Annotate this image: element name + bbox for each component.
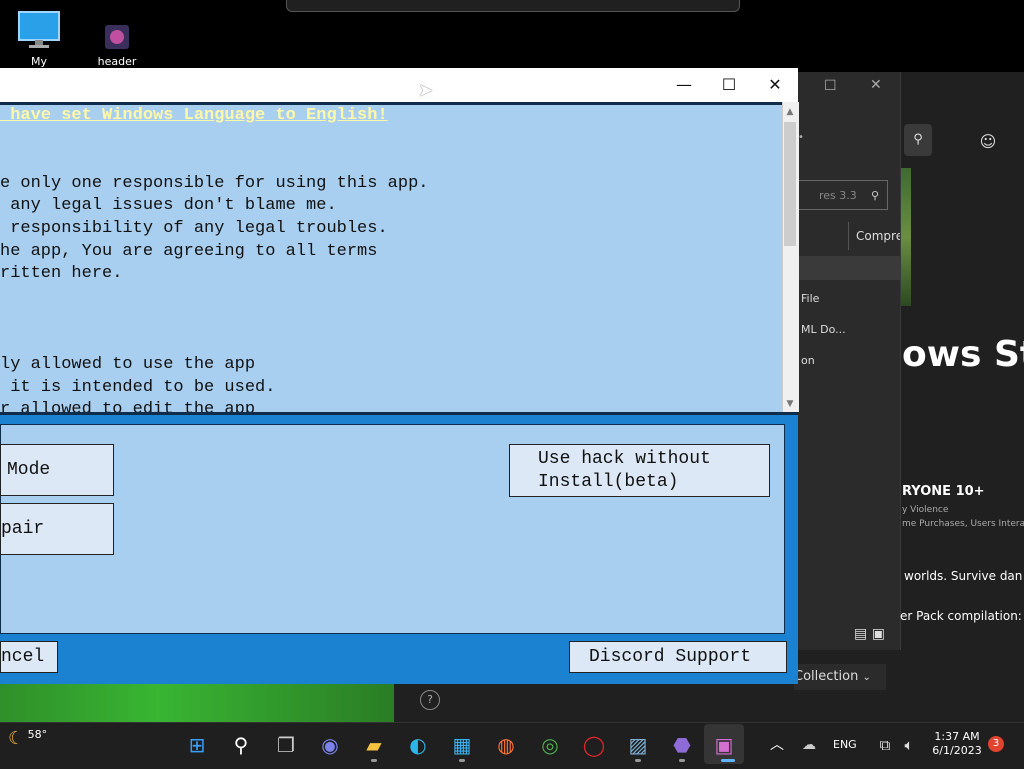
- selected-list-row[interactable]: [798, 256, 900, 280]
- help-icon[interactable]: ?: [420, 690, 440, 710]
- chat-icon[interactable]: ◉: [315, 730, 345, 760]
- tab-compress[interactable]: Compre: [848, 222, 900, 250]
- chevron-down-icon: ⌄: [862, 672, 871, 683]
- active-indicator: [721, 759, 735, 762]
- close-icon: ✕: [768, 75, 782, 94]
- file-explorer-icon[interactable]: ▰: [359, 730, 389, 760]
- tile-view-icon[interactable]: ▣: [872, 626, 885, 642]
- terms-line: any legal issues don't blame me.: [0, 196, 337, 215]
- scroll-up-icon[interactable]: ▲: [782, 104, 798, 120]
- app-description: worlds. Survive dan: [904, 569, 1023, 583]
- edge-browser-icon[interactable]: ◐: [403, 730, 433, 760]
- search-placeholder: res 3.3: [819, 189, 857, 202]
- weather-moon-icon: ☾: [8, 728, 25, 749]
- maximize-button[interactable]: ☐: [706, 68, 752, 102]
- list-item[interactable]: on: [801, 354, 815, 367]
- discord-support-button[interactable]: Discord Support: [569, 641, 787, 673]
- app-description: er Pack compilation:: [900, 609, 1022, 623]
- wallpaper-strip: [0, 683, 394, 722]
- top-window-edge: [286, 0, 740, 12]
- minimize-button[interactable]: —: [661, 68, 707, 102]
- weather-temp: 58°: [27, 728, 48, 741]
- game-hero-image: [901, 168, 911, 306]
- repair-button[interactable]: pair: [0, 503, 114, 555]
- cancel-button[interactable]: ncel: [0, 641, 58, 673]
- opera-icon[interactable]: ◯: [579, 730, 609, 760]
- desktop-icon-label: header: [97, 55, 137, 68]
- terms-line: responsibility of any legal troubles.: [0, 219, 388, 238]
- use-hack-without-install-button[interactable]: Use hack without Install(beta): [509, 444, 770, 497]
- clock-time: 1:37 AM: [934, 730, 980, 743]
- taskbar-clock[interactable]: 1:37 AM 6/1/2023: [924, 730, 990, 758]
- task-view-icon[interactable]: ❐: [271, 730, 301, 760]
- image-file-icon: [105, 25, 129, 49]
- search-icon[interactable]: ⚲: [226, 730, 256, 760]
- chevron-up-icon[interactable]: ︿: [762, 730, 792, 760]
- divider: [0, 412, 798, 415]
- onedrive-icon[interactable]: ☁: [794, 730, 824, 760]
- search-icon: ⚲: [913, 132, 923, 147]
- user-icon: ☺: [979, 132, 997, 151]
- list-item[interactable]: File: [801, 292, 819, 305]
- terms-line: ritten here.: [0, 264, 123, 283]
- scroll-down-icon[interactable]: ▼: [782, 396, 798, 412]
- terms-line: he app, You are agreeing to all terms: [0, 242, 378, 261]
- app-launcher-icon[interactable]: ⬣: [667, 730, 697, 760]
- language-warning: have set Windows Language to English!: [0, 106, 388, 125]
- running-indicator: [679, 759, 685, 762]
- minimize-icon: —: [676, 75, 692, 94]
- mouse-cursor-icon: ➤: [418, 80, 434, 101]
- search-icon: ⚲: [870, 189, 879, 202]
- running-indicator: [635, 759, 641, 762]
- chrome-icon[interactable]: ◎: [535, 730, 565, 760]
- input-language[interactable]: ENG: [833, 738, 857, 751]
- monitor-icon: [18, 11, 60, 48]
- store-app-title: ows Sta: [902, 334, 1024, 375]
- age-rating: RYONE 10+: [902, 484, 985, 499]
- user-account-button[interactable]: ☺: [974, 128, 1002, 156]
- terms-line: ly allowed to use the app: [0, 355, 256, 374]
- view-toggle[interactable]: ▤ ▣: [854, 626, 896, 648]
- hack-app-icon[interactable]: ▣: [709, 730, 739, 760]
- rating-descriptor: y Violence: [902, 505, 949, 515]
- collection-dropdown[interactable]: Collection ⌄: [794, 664, 886, 690]
- close-icon[interactable]: ✕: [870, 77, 882, 93]
- notification-badge[interactable]: 3: [988, 736, 1004, 752]
- desktop-icon-header[interactable]: header: [82, 24, 152, 68]
- file-search-input[interactable]: res 3.3 ⚲: [798, 180, 888, 210]
- weather-widget[interactable]: ☾ 58°: [8, 728, 47, 749]
- rating-descriptor: me Purchases, Users Interac: [902, 519, 1024, 529]
- maximize-icon[interactable]: ☐: [824, 78, 837, 94]
- maximize-icon: ☐: [721, 75, 737, 94]
- list-item[interactable]: ML Do...: [801, 323, 846, 336]
- close-button[interactable]: ✕: [752, 68, 798, 102]
- terms-text-area[interactable]: have set Windows Language to English! e …: [0, 102, 782, 415]
- list-view-icon[interactable]: ▤: [854, 626, 867, 642]
- clock-date: 6/1/2023: [932, 744, 982, 757]
- running-indicator: [459, 759, 465, 762]
- resource-monitor-icon[interactable]: ▨: [623, 730, 653, 760]
- start-icon[interactable]: ⊞: [182, 730, 212, 760]
- collection-label: Collection: [794, 669, 859, 684]
- scrollbar-thumb[interactable]: [784, 122, 796, 246]
- store-search-button[interactable]: ⚲: [904, 124, 932, 156]
- terms-line: e only one responsible for using this ap…: [0, 174, 429, 193]
- terms-line: it is intended to be used.: [0, 378, 276, 397]
- mode-button[interactable]: Mode: [0, 444, 114, 496]
- firefox-icon[interactable]: ◍: [491, 730, 521, 760]
- volume-icon[interactable]: 🔈︎: [894, 730, 924, 760]
- store-icon[interactable]: ▦: [447, 730, 477, 760]
- running-indicator: [371, 759, 377, 762]
